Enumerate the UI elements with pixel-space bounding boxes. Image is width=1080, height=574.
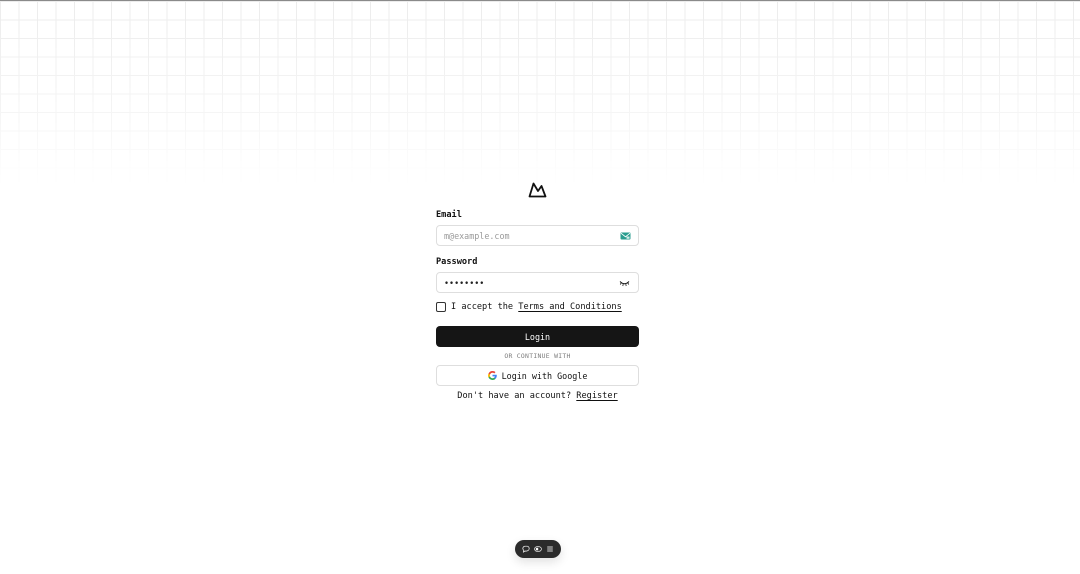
google-button-label: Login with Google	[501, 370, 588, 381]
google-login-button[interactable]: Login with Google	[436, 365, 639, 386]
toolbar-menu-button[interactable]	[545, 545, 554, 554]
terms-checkbox[interactable]	[436, 302, 446, 312]
grid-background	[0, 1, 1080, 186]
google-icon	[487, 371, 497, 380]
terms-prefix: I accept the	[451, 302, 519, 312]
toggle-icon	[534, 546, 542, 552]
email-label: Email	[436, 210, 462, 220]
register-prefix: Don't have an account?	[457, 391, 577, 401]
password-input[interactable]	[437, 273, 638, 292]
menu-icon	[546, 546, 553, 552]
email-input[interactable]	[437, 226, 638, 245]
login-button[interactable]: Login	[436, 326, 639, 347]
register-link[interactable]: Register	[576, 391, 617, 401]
terms-row: I accept the Terms and Conditions	[436, 300, 639, 314]
terms-link[interactable]: Terms and Conditions	[518, 302, 621, 312]
floating-toolbar	[515, 540, 561, 558]
eye-closed-icon[interactable]	[618, 278, 631, 288]
password-field-wrapper	[436, 272, 639, 293]
envelope-icon	[620, 232, 631, 240]
email-field-wrapper	[436, 225, 639, 246]
terms-text: I accept the Terms and Conditions	[451, 302, 622, 312]
divider-text: OR CONTINUE WITH	[504, 352, 571, 360]
password-label: Password	[436, 257, 478, 267]
chat-icon	[522, 545, 530, 553]
mountain-logo-icon	[528, 182, 547, 198]
toolbar-toggle-button[interactable]	[534, 545, 543, 554]
login-form: Email Password I accept the Terms and Co…	[436, 209, 639, 401]
toolbar-chat-button[interactable]	[522, 545, 531, 554]
register-row: Don't have an account? Register	[436, 391, 639, 401]
